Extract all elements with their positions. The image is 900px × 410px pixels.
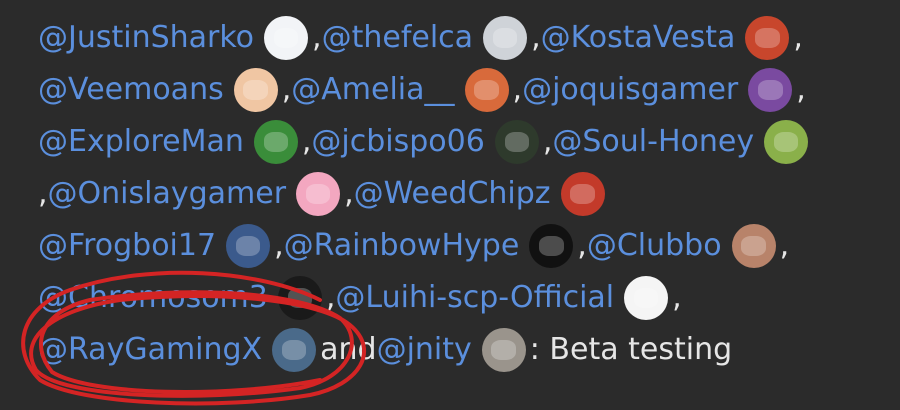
user-mention-link[interactable]: @Clubbo	[587, 231, 722, 261]
avatar-onislaygamer[interactable]	[296, 172, 341, 216]
separator-text: ,	[325, 280, 336, 315]
credits-list: @JustinSharko, @thefelca, @KostaVesta, @V…	[38, 12, 878, 376]
user-mention-link[interactable]: @Soul-Honey	[552, 127, 754, 157]
separator-text: and	[320, 332, 377, 367]
separator-text: ,	[672, 280, 682, 315]
separator-text: ,	[779, 228, 790, 263]
separator-text: ,	[301, 124, 312, 159]
separator-text: ,	[531, 20, 541, 55]
user-mention-link[interactable]: @Amelia__	[291, 75, 454, 105]
user-mention-link[interactable]: @Frogboi17	[38, 231, 216, 261]
user-mention-link[interactable]: @Onislaygamer	[48, 179, 287, 209]
user-mention-link[interactable]: @Veemoans	[38, 75, 224, 105]
user-mention-link[interactable]: @joquisgamer	[522, 75, 738, 105]
avatar-exploreman[interactable]	[253, 120, 298, 164]
avatar-frogboi17[interactable]	[226, 224, 271, 268]
user-mention-link[interactable]: @jcbispo06	[311, 127, 484, 157]
separator-text: ,	[793, 20, 803, 55]
avatar-jcbispo06[interactable]	[494, 120, 539, 164]
user-mention-link[interactable]: @Chromosom3	[38, 283, 268, 313]
user-mention-link[interactable]: @WeedChipz	[354, 179, 551, 209]
credits-line: @Chromosom3, @Luihi-scp-Official,	[38, 272, 878, 324]
user-mention-link[interactable]: @KostaVesta	[541, 23, 736, 53]
separator-text: ,	[796, 72, 806, 107]
credits-line: , @Onislaygamer, @WeedChipz	[38, 168, 878, 220]
user-mention-link[interactable]: @Luihi-scp-Official	[335, 283, 614, 313]
separator-text: ,	[577, 228, 587, 263]
avatar-luihi-scp-official[interactable]	[624, 276, 669, 320]
credits-line: @JustinSharko, @thefelca, @KostaVesta,	[38, 12, 878, 64]
avatar-clubbo[interactable]	[731, 224, 776, 268]
separator-text: ,	[274, 228, 284, 263]
user-mention-link[interactable]: @thefelca	[322, 23, 473, 53]
user-mention-link[interactable]: @JustinSharko	[38, 23, 254, 53]
avatar-kostavesta[interactable]	[745, 16, 790, 60]
separator-text: ,	[312, 20, 322, 55]
avatar-justinsharko[interactable]	[264, 16, 309, 60]
avatar-thefelca[interactable]	[483, 16, 528, 60]
avatar-chromosom3[interactable]	[277, 276, 322, 320]
avatar-soul-honey[interactable]	[764, 120, 809, 164]
credits-line: @Veemoans, @Amelia__, @joquisgamer,	[38, 64, 878, 116]
avatar-veemoans[interactable]	[233, 68, 278, 112]
credit-role-text: : Beta testing	[529, 332, 733, 367]
avatar-weedchipz[interactable]	[560, 172, 605, 216]
credits-line: @ExploreMan, @jcbispo06, @Soul-Honey	[38, 116, 878, 168]
avatar-jnity[interactable]	[481, 328, 526, 372]
credits-line: @RayGamingX and @jnity : Beta testing	[38, 324, 878, 376]
separator-text: ,	[281, 72, 292, 107]
avatar-raygamingx[interactable]	[272, 328, 317, 372]
user-mention-link[interactable]: @RainbowHype	[284, 231, 520, 261]
separator-text: ,	[542, 124, 553, 159]
separator-text: ,	[344, 176, 354, 211]
avatar-rainbowhype[interactable]	[529, 224, 574, 268]
user-mention-link[interactable]: @jnity	[377, 335, 472, 365]
avatar-joquisgamer[interactable]	[748, 68, 793, 112]
avatar-amelia[interactable]	[464, 68, 509, 112]
credits-line: @Frogboi17, @RainbowHype, @Clubbo,	[38, 220, 878, 272]
user-mention-link[interactable]: @RayGamingX	[38, 335, 262, 365]
user-mention-link[interactable]: @ExploreMan	[38, 127, 244, 157]
separator-text: ,	[512, 72, 523, 107]
separator-text: ,	[38, 176, 48, 211]
